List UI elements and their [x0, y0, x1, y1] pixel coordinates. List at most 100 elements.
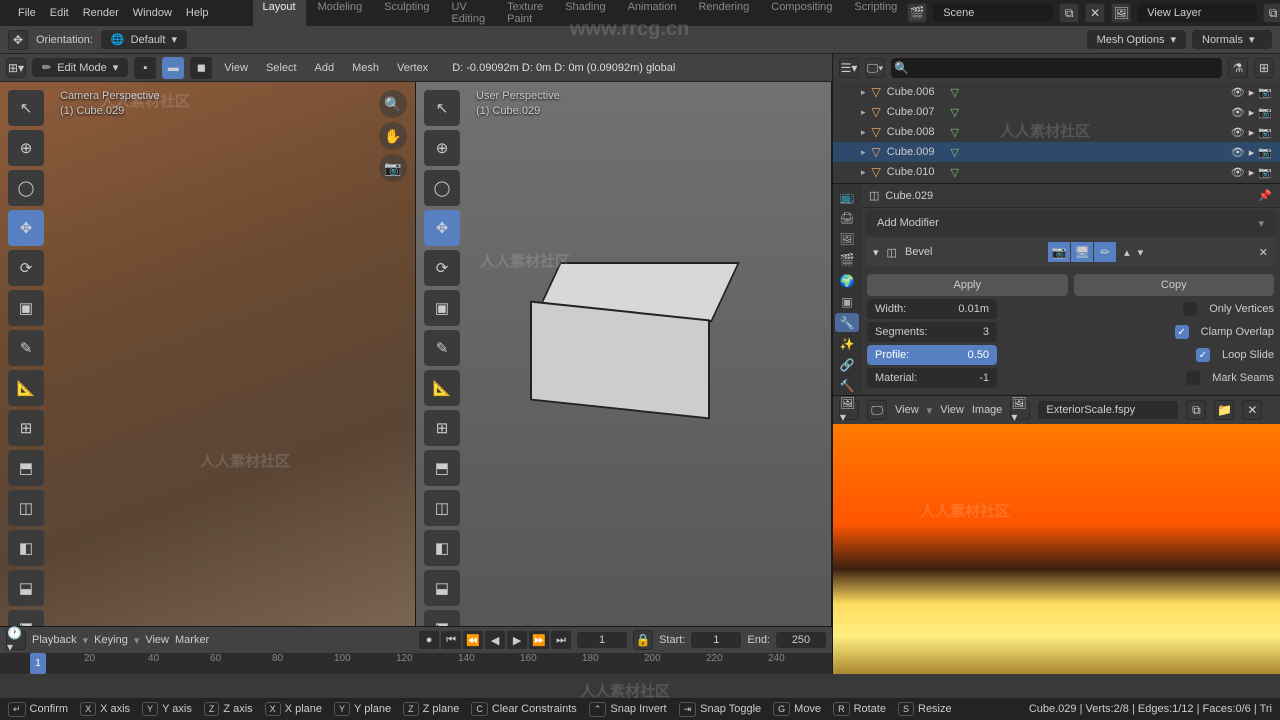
- render-icon[interactable]: 📷: [1258, 106, 1272, 119]
- image-mode-icon[interactable]: 🖵: [867, 400, 887, 420]
- menu-help[interactable]: Help: [186, 7, 209, 19]
- image-canvas[interactable]: [833, 424, 1280, 674]
- select-icon[interactable]: ▸: [1249, 126, 1255, 139]
- render-icon[interactable]: 📷: [1258, 126, 1272, 139]
- cursor-tool-icon[interactable]: ↖: [424, 90, 460, 126]
- edge-select-icon[interactable]: ▬: [162, 57, 184, 79]
- orientation-dropdown[interactable]: 🌐Default▾: [101, 30, 187, 49]
- prev-key-icon[interactable]: ⏪: [463, 631, 483, 649]
- marker-menu[interactable]: Marker: [175, 634, 209, 646]
- outliner-item[interactable]: ▸▽Cube.008▽👁▸📷: [833, 122, 1280, 142]
- image-unlink-icon[interactable]: ✕: [1242, 400, 1262, 420]
- add-menu[interactable]: Add: [315, 62, 335, 74]
- image-new-icon[interactable]: ⧉: [1186, 400, 1206, 420]
- profile-field[interactable]: 0.50: [937, 345, 997, 365]
- mode-dropdown[interactable]: ✏Edit Mode▾: [32, 58, 128, 77]
- autokey-icon[interactable]: ●: [419, 631, 439, 649]
- start-frame-field[interactable]: 1: [691, 632, 741, 648]
- tab-shading[interactable]: Shading: [555, 0, 615, 29]
- scale-tool-icon[interactable]: ▣: [8, 290, 44, 326]
- tab-rendering[interactable]: Rendering: [688, 0, 759, 29]
- render-icon[interactable]: 📷: [1258, 146, 1272, 159]
- tab-uv[interactable]: UV Editing: [441, 0, 495, 29]
- camera-gizmo-icon[interactable]: 📷: [379, 154, 407, 182]
- prop-tab-physics-icon[interactable]: 🔗: [835, 355, 859, 374]
- normals-dropdown[interactable]: Normals▾: [1192, 30, 1272, 49]
- image-view-menu[interactable]: View: [940, 404, 964, 416]
- move-tool-icon[interactable]: ✥: [424, 210, 460, 246]
- image-editor-type-icon[interactable]: 🖼▾: [839, 400, 859, 420]
- select-tool-icon[interactable]: ◯: [424, 170, 460, 206]
- mod-display-render-icon[interactable]: 📷: [1048, 242, 1070, 262]
- bevel-tool-icon[interactable]: ◧: [8, 530, 44, 566]
- jump-end-icon[interactable]: ⏭: [551, 631, 571, 649]
- tab-scripting[interactable]: Scripting: [844, 0, 907, 29]
- image-open-icon[interactable]: 📁: [1214, 400, 1234, 420]
- tab-animation[interactable]: Animation: [618, 0, 687, 29]
- eye-icon[interactable]: 👁: [1231, 126, 1245, 139]
- 3dcursor-tool-icon[interactable]: ⊕: [8, 130, 44, 166]
- prop-tab-object-icon[interactable]: ▣: [835, 293, 859, 312]
- eye-icon[interactable]: 👁: [1231, 146, 1245, 159]
- segments-field[interactable]: 3: [937, 322, 997, 342]
- eye-icon[interactable]: 👁: [1231, 106, 1245, 119]
- loopcut-tool-icon[interactable]: ⬓: [8, 570, 44, 606]
- select-tool-icon[interactable]: ◯: [8, 170, 44, 206]
- image-name-field[interactable]: ExteriorScale.fspy: [1038, 401, 1178, 419]
- tab-modeling[interactable]: Modeling: [308, 0, 373, 29]
- prop-tab-particle-icon[interactable]: ✨: [835, 334, 859, 353]
- add-modifier-button[interactable]: Add Modifier: [865, 210, 1276, 236]
- editor-type-icon[interactable]: ⊞▾: [6, 58, 26, 78]
- extrude-tool-icon[interactable]: ⬒: [424, 450, 460, 486]
- measure-tool-icon[interactable]: 📐: [424, 370, 460, 406]
- face-select-icon[interactable]: ◼: [190, 57, 212, 79]
- measure-tool-icon[interactable]: 📐: [8, 370, 44, 406]
- scale-tool-icon[interactable]: ▣: [424, 290, 460, 326]
- prop-tab-viewlayer-icon[interactable]: 🖼: [835, 230, 859, 249]
- modifier-del-icon[interactable]: ✕: [1259, 246, 1268, 259]
- next-key-icon[interactable]: ⏩: [529, 631, 549, 649]
- outliner-item[interactable]: ▸▽Cube.010▽👁▸📷: [833, 162, 1280, 182]
- bevel-tool-icon[interactable]: ◧: [424, 530, 460, 566]
- move-down-icon[interactable]: ▾: [1138, 246, 1144, 259]
- pin-icon[interactable]: 📌: [1258, 189, 1272, 202]
- viewlayer-new-icon[interactable]: ⧉: [1263, 3, 1280, 23]
- move-up-icon[interactable]: ▴: [1124, 246, 1130, 259]
- pan-gizmo-icon[interactable]: ✋: [379, 122, 407, 150]
- vertex-select-icon[interactable]: ▪: [134, 57, 156, 79]
- loopcut-tool-icon[interactable]: ⬓: [424, 570, 460, 606]
- menu-render[interactable]: Render: [83, 7, 119, 19]
- only-vertices-checkbox[interactable]: [1183, 302, 1197, 316]
- select-icon[interactable]: ▸: [1249, 106, 1255, 119]
- tab-layout[interactable]: Layout: [253, 0, 306, 29]
- playback-menu[interactable]: Playback: [32, 634, 77, 646]
- scene-name-field[interactable]: Scene: [933, 4, 1053, 22]
- tab-compositing[interactable]: Compositing: [761, 0, 842, 29]
- mesh-menu[interactable]: Mesh: [352, 62, 379, 74]
- keying-menu[interactable]: Keying: [94, 634, 128, 646]
- timeline-track[interactable]: 1 20 40 60 80 100 120 140 160 180 200 22…: [0, 653, 832, 674]
- transform-icon[interactable]: ✥: [8, 30, 28, 50]
- prop-tab-scene-icon[interactable]: 🎬: [835, 251, 859, 270]
- outliner-collection-icon[interactable]: ⊞: [1254, 58, 1274, 78]
- end-frame-field[interactable]: 250: [776, 632, 826, 648]
- loop-slide-checkbox[interactable]: [1196, 348, 1210, 362]
- inset-tool-icon[interactable]: ◫: [424, 490, 460, 526]
- 3dcursor-tool-icon[interactable]: ⊕: [424, 130, 460, 166]
- expand-icon[interactable]: ▾: [873, 246, 879, 259]
- viewlayer-icon[interactable]: 🖼: [1111, 3, 1131, 23]
- scene-new-icon[interactable]: ⧉: [1059, 3, 1079, 23]
- image-image-menu[interactable]: Image: [972, 404, 1003, 416]
- mod-display-viewport-icon[interactable]: 🖥: [1071, 242, 1093, 262]
- scene-icon[interactable]: 🎬: [907, 3, 927, 23]
- copy-button[interactable]: Copy: [1074, 274, 1275, 296]
- viewport-user[interactable]: ↖ ⊕ ◯ ✥ ⟳ ▣ ✎ 📐 ⊞ ⬒ ◫ ◧ ⬓ ⬔ ⬕ U: [416, 82, 832, 626]
- addmesh-tool-icon[interactable]: ⊞: [424, 410, 460, 446]
- prop-tab-output-icon[interactable]: 🖨: [835, 209, 859, 228]
- menu-file[interactable]: File: [18, 7, 36, 19]
- render-icon[interactable]: 📷: [1258, 86, 1272, 99]
- annotate-tool-icon[interactable]: ✎: [8, 330, 44, 366]
- viewport-camera[interactable]: ↖ ⊕ ◯ ✥ ⟳ ▣ ✎ 📐 ⊞ ⬒ ◫ ◧ ⬓ ⬔ ⬕ C: [0, 82, 416, 626]
- timeline-cursor[interactable]: 1: [30, 653, 46, 674]
- viewlayer-field[interactable]: View Layer: [1137, 4, 1257, 22]
